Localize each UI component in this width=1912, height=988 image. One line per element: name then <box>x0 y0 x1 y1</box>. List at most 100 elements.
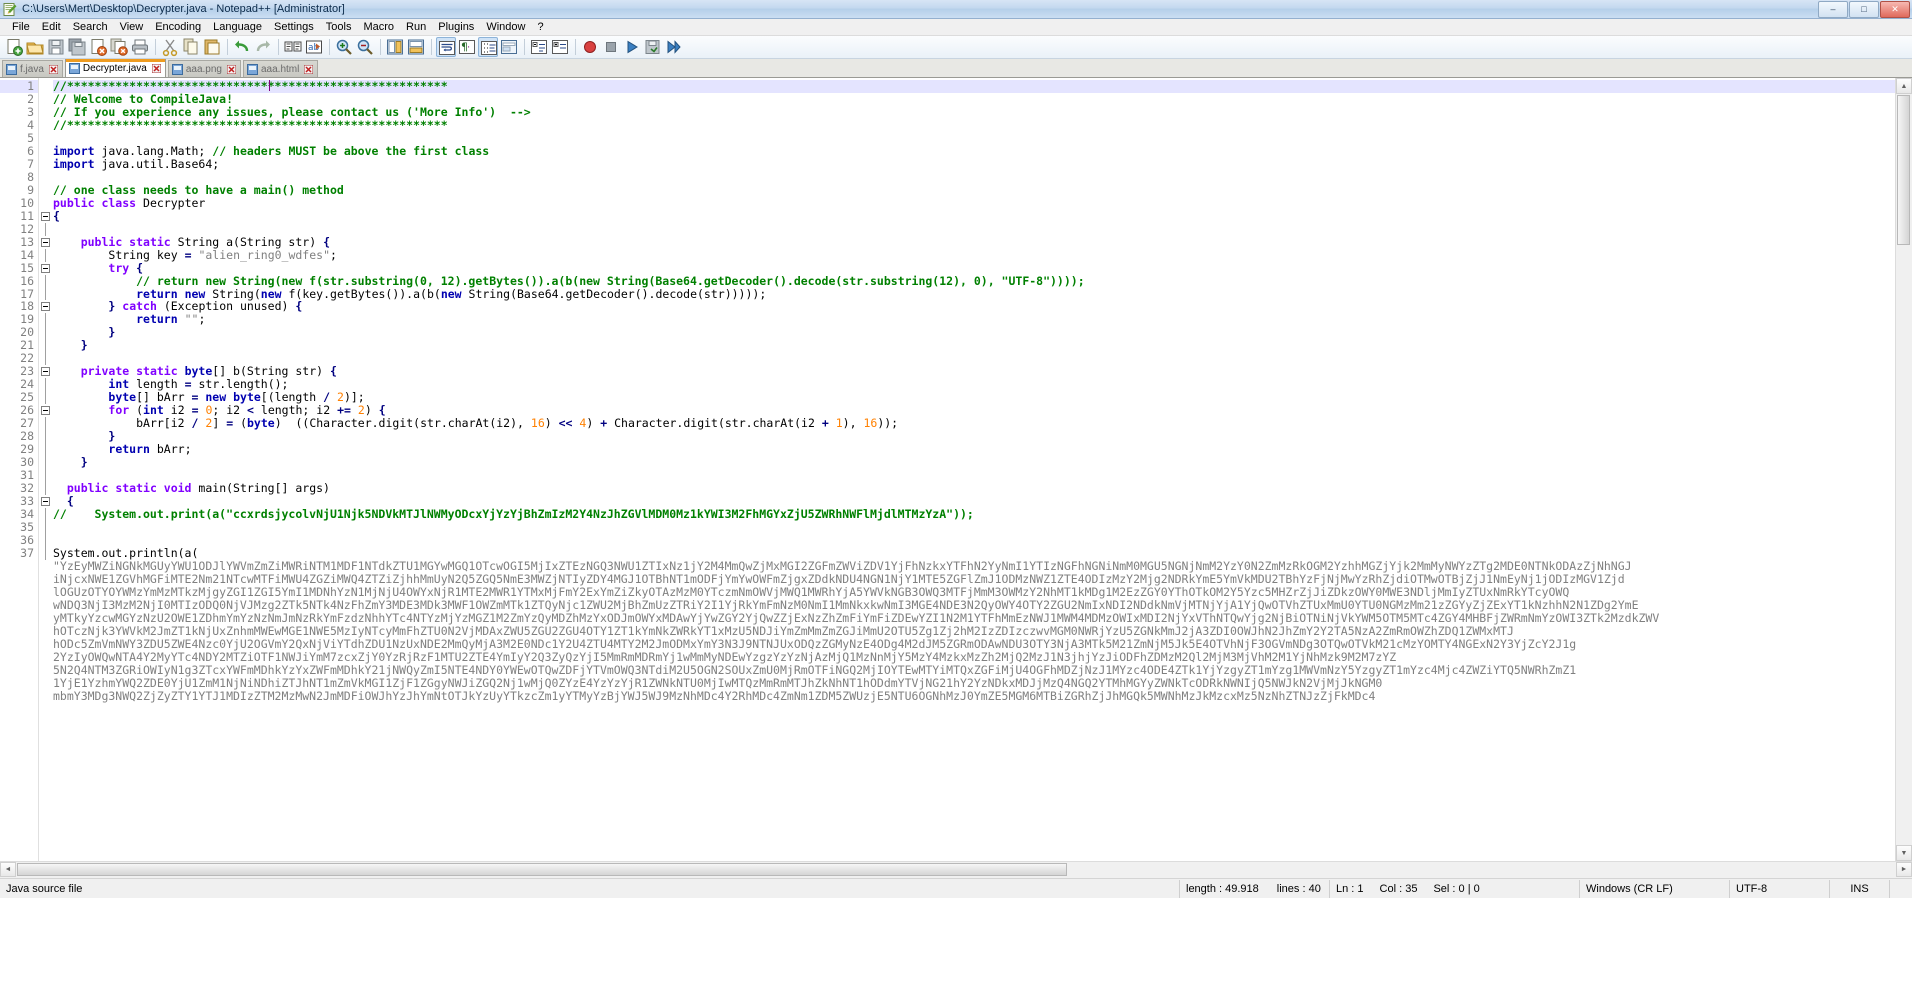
fold-marker-row[interactable] <box>39 80 53 93</box>
fold-collapse-box[interactable] <box>41 237 50 247</box>
save-icon[interactable] <box>46 37 66 57</box>
fold-marker-row[interactable] <box>39 806 53 819</box>
document-tab[interactable]: aaa.png <box>167 60 241 77</box>
status-insert-mode[interactable]: INS <box>1830 879 1890 898</box>
fold-marker-row[interactable] <box>39 677 53 690</box>
code-line[interactable]: return ""; <box>53 313 1912 326</box>
fold-marker-row[interactable] <box>39 703 53 716</box>
fold-collapse-box[interactable] <box>41 367 50 377</box>
sync-horizontal-icon[interactable] <box>406 37 426 57</box>
status-encoding[interactable]: UTF-8 <box>1730 879 1830 898</box>
code-line[interactable]: //**************************************… <box>53 118 1912 132</box>
fold-marker-row[interactable] <box>39 248 53 262</box>
replace-icon[interactable]: ab <box>304 37 324 57</box>
fold-marker-row[interactable] <box>39 274 53 288</box>
document-tab[interactable]: f.java <box>2 60 63 77</box>
open-file-icon[interactable] <box>25 37 45 57</box>
fold-marker-row[interactable] <box>39 236 53 249</box>
fold-marker-row[interactable] <box>39 417 53 431</box>
fold-marker-row[interactable] <box>39 728 53 741</box>
code-line[interactable]: } <box>53 339 1912 352</box>
fold-marker-row[interactable] <box>39 949 53 962</box>
code-line[interactable] <box>53 521 1912 534</box>
fold-marker-row[interactable] <box>39 262 53 275</box>
code-line[interactable]: } <box>53 326 1912 339</box>
fold-marker-row[interactable] <box>39 443 53 457</box>
menu-item-tools[interactable]: Tools <box>320 20 358 34</box>
window-titlebar[interactable]: C:\Users\Mert\Desktop\Decrypter.java - N… <box>0 0 1912 19</box>
code-line[interactable]: } catch (Exception unused) { <box>53 300 1912 313</box>
scroll-down-arrow[interactable]: ▼ <box>1896 845 1912 861</box>
fold-collapse-box[interactable] <box>41 263 50 273</box>
fold-marker-row[interactable] <box>39 897 53 910</box>
editor-area[interactable]: 1 2 3 4 5 6 7 8 9 10 11 12 13 14 15 16 17 18 19 20 21 22 23 24 2… <box>0 78 1912 861</box>
save-all-icon[interactable] <box>67 37 87 57</box>
user-dlg-icon[interactable] <box>499 37 519 57</box>
fold-marker-row[interactable] <box>39 339 53 353</box>
scroll-left-arrow[interactable]: ◄ <box>0 862 16 877</box>
sync-vertical-icon[interactable] <box>385 37 405 57</box>
code-folding-margin[interactable] <box>38 78 53 861</box>
fold-marker-row[interactable] <box>39 184 53 197</box>
fold-marker-row[interactable] <box>39 287 53 301</box>
fold-marker-row[interactable] <box>39 507 53 521</box>
code-line[interactable]: String key = "alien_ring0_wdfes"; <box>53 248 1912 262</box>
fold-marker-row[interactable] <box>39 546 53 560</box>
fold-marker-row[interactable] <box>39 741 53 754</box>
fold-marker-row[interactable] <box>39 923 53 936</box>
menu-item-view[interactable]: View <box>114 20 150 34</box>
fold-marker-row[interactable] <box>39 520 53 534</box>
code-text-area[interactable]: //**************************************… <box>53 78 1912 861</box>
fold-marker-row[interactable] <box>39 625 53 638</box>
fold-marker-row[interactable] <box>39 586 53 599</box>
close-all-icon[interactable] <box>109 37 129 57</box>
fold-marker-row[interactable] <box>39 326 53 340</box>
code-line[interactable]: } <box>53 456 1912 469</box>
fold-marker-row[interactable] <box>39 391 53 405</box>
fold-marker-row[interactable] <box>39 210 53 223</box>
fold-marker-row[interactable] <box>39 352 53 366</box>
macro-run-multiple-icon[interactable] <box>664 37 684 57</box>
status-eol-format[interactable]: Windows (CR LF) <box>1580 879 1730 898</box>
minimize-button[interactable]: – <box>1818 1 1848 18</box>
copy-icon[interactable] <box>181 37 201 57</box>
close-file-icon[interactable] <box>88 37 108 57</box>
fold-marker-row[interactable] <box>39 780 53 793</box>
menu-item-language[interactable]: Language <box>207 20 268 34</box>
fold-marker-row[interactable] <box>39 845 53 858</box>
code-line[interactable]: import java.util.Base64; <box>53 157 1912 171</box>
code-line[interactable]: bArr[i2 / 2] = (byte) ((Character.digit(… <box>53 417 1912 430</box>
scroll-up-arrow[interactable]: ▲ <box>1896 78 1912 94</box>
fold-marker-row[interactable] <box>39 404 53 417</box>
word-wrap-icon[interactable] <box>436 37 456 57</box>
code-line[interactable]: //**************************************… <box>53 80 1912 93</box>
code-line[interactable]: private static byte[] b(String str) { <box>53 365 1912 378</box>
zoom-out-icon[interactable] <box>355 37 375 57</box>
fold-marker-row[interactable] <box>39 690 53 703</box>
code-line[interactable] <box>53 469 1912 482</box>
code-line[interactable]: public static void main(String[] args) <box>53 482 1912 495</box>
show-all-chars-icon[interactable]: ¶ · <box>457 37 477 57</box>
maximize-button[interactable]: □ <box>1849 1 1879 18</box>
close-button[interactable]: ✕ <box>1880 1 1910 18</box>
menu-item-search[interactable]: Search <box>67 20 114 34</box>
fold-collapse-box[interactable] <box>41 211 50 221</box>
undo-icon[interactable] <box>232 37 252 57</box>
fold-marker-row[interactable] <box>39 93 53 106</box>
code-line[interactable]: return bArr; <box>53 443 1912 456</box>
indent-guide-icon[interactable] <box>478 37 498 57</box>
fold-marker-row[interactable] <box>39 638 53 651</box>
fold-marker-row[interactable] <box>39 222 53 236</box>
document-tab[interactable]: aaa.html <box>242 60 319 77</box>
fold-marker-row[interactable] <box>39 533 53 547</box>
fold-collapse-box[interactable] <box>41 497 50 506</box>
fold-marker-row[interactable] <box>39 469 53 483</box>
horizontal-scrollbar[interactable]: ◄ ► <box>0 861 1912 878</box>
code-line[interactable]: } <box>53 430 1912 443</box>
fold-marker-row[interactable] <box>39 715 53 728</box>
code-line[interactable]: public class Decrypter <box>53 196 1912 210</box>
fold-marker-row[interactable] <box>39 171 53 184</box>
menu-item-settings[interactable]: Settings <box>268 20 320 34</box>
fold-marker-row[interactable] <box>39 910 53 923</box>
fold-marker-row[interactable] <box>39 793 53 806</box>
